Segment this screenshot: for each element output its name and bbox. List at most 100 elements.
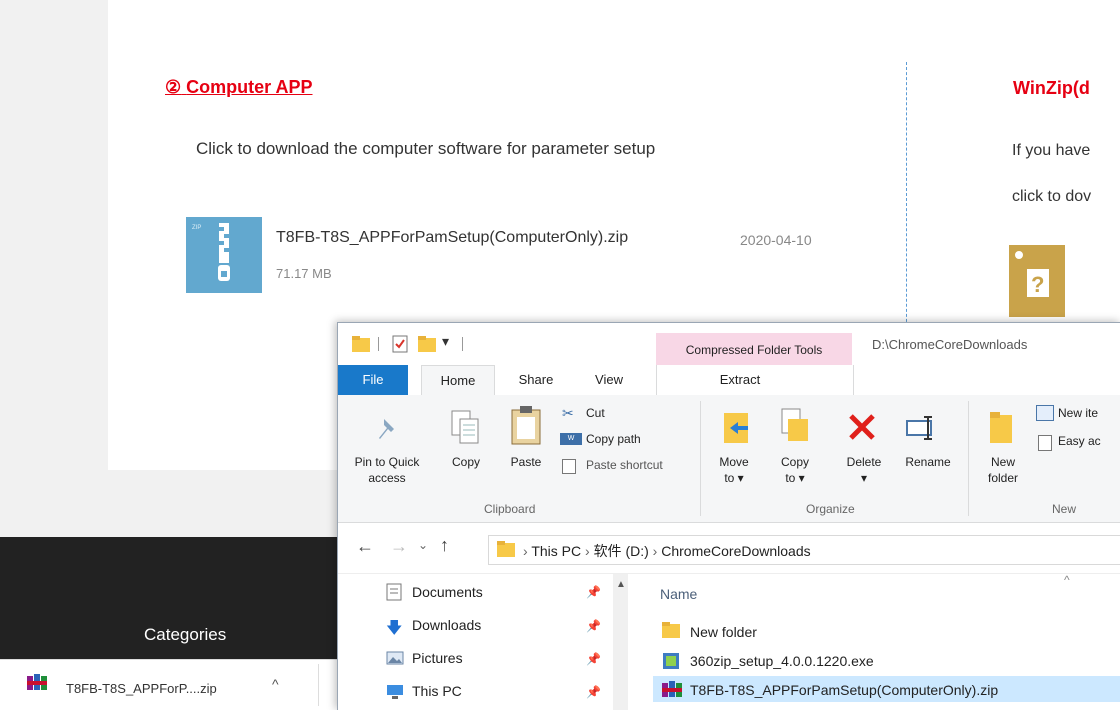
pin-to-quick-access-button[interactable]: Pin to Quick access (344, 454, 430, 486)
nav-scrollbar[interactable] (613, 574, 628, 710)
pictures-icon (386, 651, 404, 670)
tab-view[interactable]: View (578, 365, 640, 395)
new-folder-icon[interactable] (418, 336, 436, 357)
tab-home[interactable]: Home (421, 365, 495, 397)
forward-arrow-icon[interactable]: → (390, 536, 408, 557)
move-to-button[interactable]: Move to ▾ (712, 454, 756, 486)
copy-to-button[interactable]: Copy to ▾ (772, 454, 818, 486)
new-item-button[interactable]: New ite (1058, 405, 1098, 421)
new-folder-button[interactable]: New folder (978, 454, 1028, 486)
nav-item-pictures[interactable]: Pictures (412, 650, 463, 666)
download-item-label[interactable]: T8FB-T8S_APPForP....zip (66, 681, 217, 696)
copy-path-button[interactable]: Copy path (586, 431, 641, 447)
winzip-title[interactable]: WinZip(d (1013, 78, 1090, 99)
ribbon-tabs: File Home Share View Extract (338, 365, 1120, 397)
rename-icon (906, 415, 938, 446)
folder-icon (497, 541, 515, 562)
breadcrumb-folder[interactable]: ChromeCoreDownloads (661, 543, 810, 559)
breadcrumb-this-pc[interactable]: This PC (531, 543, 581, 559)
window-title-path: D:\ChromeCoreDownloads (872, 337, 1028, 352)
easy-access-icon (1038, 435, 1052, 451)
svg-text:ZIP: ZIP (192, 225, 201, 231)
qat-separator (462, 337, 463, 351)
scroll-up-arrow-icon[interactable]: ▲ (616, 579, 626, 590)
svg-text:?: ? (1031, 272, 1044, 297)
breadcrumb-separator: › (523, 543, 528, 559)
download-separator (318, 664, 319, 706)
folder-icon (662, 622, 680, 643)
copy-button[interactable]: Copy (446, 454, 486, 470)
new-group-label: New (1052, 502, 1077, 516)
download-options-chevron[interactable]: ^ (272, 676, 279, 692)
file-explorer-window: ▾ Compressed Folder Tools D:\ChromeCoreD… (337, 322, 1120, 710)
help-file-icon[interactable]: ? (1009, 245, 1065, 317)
paste-shortcut-button[interactable]: Paste shortcut (586, 457, 663, 473)
section-description: Click to download the computer software … (196, 139, 656, 158)
navigation-bar: ← → ⌄ ↑ › This PC › 软件 (D:) › ChromeCore… (338, 523, 1120, 574)
file-row-new-folder[interactable]: New folder (690, 624, 757, 640)
paste-button[interactable]: Paste (504, 454, 548, 470)
cut-button[interactable]: Cut (586, 405, 605, 421)
cut-icon: ✂ (562, 405, 574, 421)
compressed-folder-tools-tab[interactable]: Compressed Folder Tools (656, 333, 852, 365)
clipboard-group-label: Clipboard (484, 502, 536, 516)
nav-item-downloads[interactable]: Downloads (412, 617, 481, 633)
file-size: 71.17 MB (276, 266, 332, 281)
qat-separator (378, 337, 379, 351)
file-date: 2020-04-10 (740, 232, 812, 248)
paste-icon (510, 405, 542, 450)
pinned-icon: 📌 (586, 585, 601, 599)
breadcrumb-separator: › (652, 543, 658, 559)
copy-icon (450, 409, 480, 450)
winrar-icon (662, 681, 682, 704)
copy-path-icon: W (560, 433, 582, 445)
footer-categories[interactable]: Categories (144, 625, 226, 645)
ribbon: Pin to Quick access Copy Paste ✂ Cut W C… (338, 395, 1120, 523)
group-separator (968, 401, 969, 516)
file-row-360zip-setup[interactable]: 360zip_setup_4.0.0.1220.exe (690, 653, 874, 669)
breadcrumb-drive[interactable]: 软件 (D:) (594, 543, 649, 559)
copy-to-icon (780, 407, 810, 448)
breadcrumb: › This PC › 软件 (D:) › ChromeCoreDownload… (523, 541, 811, 561)
title-bar: ▾ Compressed Folder Tools D:\ChromeCoreD… (338, 323, 1120, 365)
new-item-icon (1036, 405, 1054, 421)
address-box[interactable]: › This PC › 软件 (D:) › ChromeCoreDownload… (488, 535, 1120, 565)
delete-icon (846, 411, 878, 448)
documents-icon (386, 583, 402, 606)
rename-button[interactable]: Rename (898, 454, 958, 470)
winzip-text-line: If you have (1012, 142, 1091, 159)
new-folder-big-icon (988, 411, 1014, 450)
download-file-link[interactable]: T8FB-T8S_APPForPamSetup(ComputerOnly).zi… (276, 229, 628, 247)
section-title-link[interactable]: ② Computer APP (165, 77, 313, 98)
move-to-icon (722, 411, 752, 450)
back-arrow-icon[interactable]: ← (356, 536, 374, 557)
recent-locations-chevron-icon[interactable]: ⌄ (418, 538, 428, 552)
up-arrow-icon[interactable]: ↑ (440, 535, 449, 556)
organize-group-label: Organize (806, 502, 855, 516)
nav-item-documents[interactable]: Documents (412, 584, 483, 600)
sort-ascending-icon: ^ (1064, 573, 1070, 587)
customize-dropdown[interactable]: ▾ (442, 333, 449, 350)
breadcrumb-separator: › (585, 543, 590, 559)
tab-file[interactable]: File (338, 365, 408, 395)
nav-item-this-pc[interactable]: This PC (412, 683, 462, 699)
section-number: ② (165, 77, 182, 97)
delete-button[interactable]: Delete ▾ (838, 454, 890, 486)
tab-extract[interactable]: Extract (678, 365, 802, 395)
tab-share[interactable]: Share (503, 365, 569, 395)
column-divider (906, 62, 907, 332)
easy-access-button[interactable]: Easy ac (1058, 433, 1101, 449)
installer-icon (662, 652, 680, 675)
pinned-icon: 📌 (586, 685, 601, 699)
zip-file-icon[interactable]: ZIP (186, 217, 262, 293)
pin-icon (374, 413, 404, 448)
paste-shortcut-icon (562, 459, 576, 474)
winrar-icon (27, 674, 47, 697)
folder-icon[interactable] (352, 336, 370, 357)
winzip-text-line: click to dov (1012, 188, 1092, 205)
properties-check-icon[interactable] (392, 335, 408, 358)
pinned-icon: 📌 (586, 619, 601, 633)
column-header-name[interactable]: Name (660, 586, 697, 602)
file-row-t8fb-zip[interactable]: T8FB-T8S_APPForPamSetup(ComputerOnly).zi… (690, 682, 998, 698)
group-separator (700, 401, 701, 516)
